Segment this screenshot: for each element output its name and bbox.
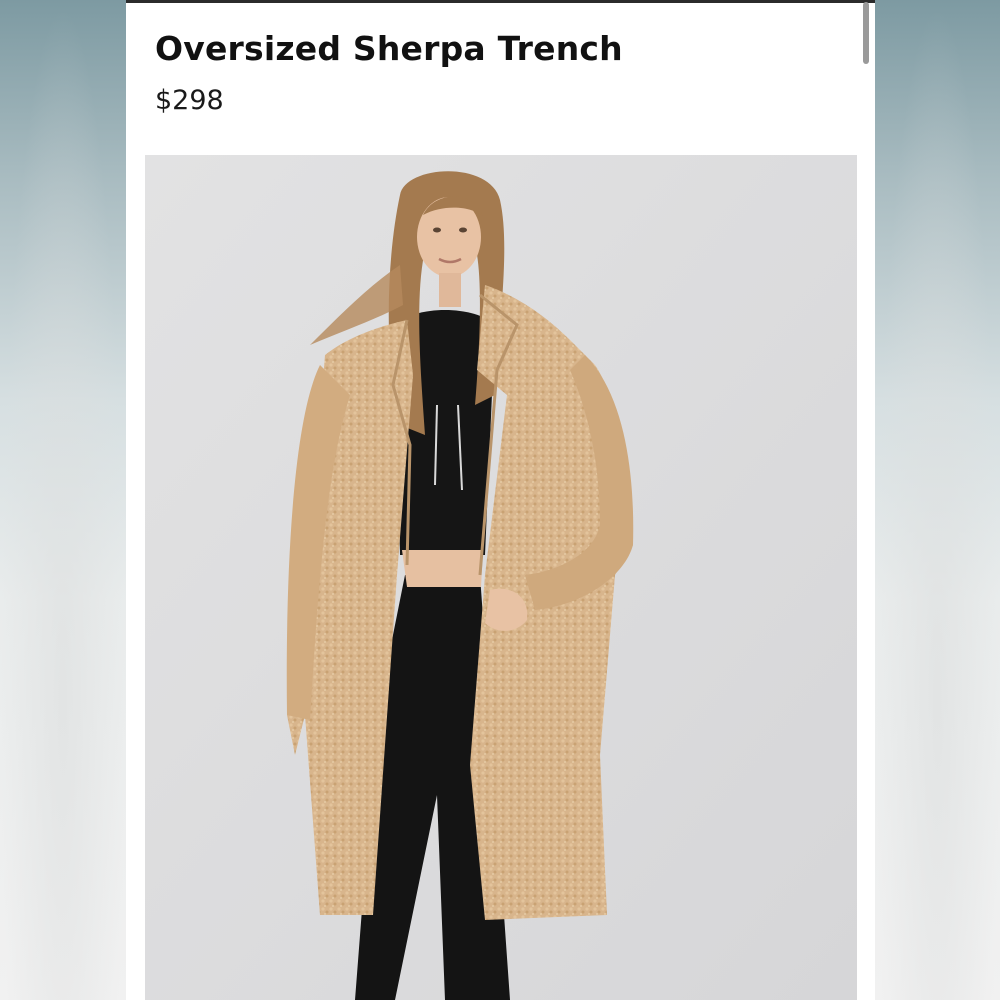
- product-photo[interactable]: [145, 155, 857, 1000]
- blurred-background-right: [875, 0, 1000, 1000]
- product-title: Oversized Sherpa Trench: [155, 29, 623, 68]
- scrollbar[interactable]: [863, 2, 869, 64]
- product-price: $298: [155, 85, 224, 116]
- product-page: Oversized Sherpa Trench $298: [126, 0, 875, 1000]
- top-border: [126, 0, 875, 3]
- blurred-background-left: [0, 0, 126, 1000]
- product-photo-illustration: [145, 155, 857, 1000]
